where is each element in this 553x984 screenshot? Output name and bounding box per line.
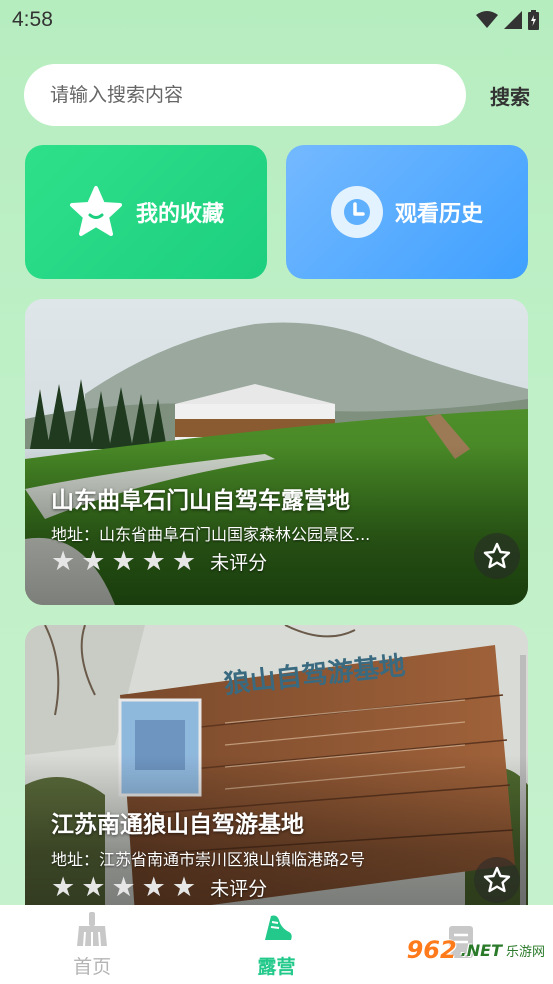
rating-text: 未评分 [210, 552, 268, 574]
star-icon: ★ [111, 546, 136, 577]
wifi-icon [476, 11, 498, 28]
card-address: 地址：江苏省南通市崇川区狼山镇临港路2号 [51, 850, 366, 869]
star-outline-icon [483, 866, 511, 893]
star-icon: ★ [51, 546, 76, 577]
star-icon: ★ [51, 872, 76, 903]
watermark: 962 .NET 乐游网 [407, 936, 545, 964]
star-icon: ★ [141, 872, 166, 903]
star-icon: ★ [171, 872, 197, 903]
nav-item-camping[interactable]: 露营 [216, 910, 336, 979]
history-label: 观看历史 [394, 202, 483, 227]
campsite-card[interactable]: 山东曲阜石门山自驾车露营地 地址：山东省曲阜石门山国家森林公园景区... ★ ★… [25, 299, 528, 605]
card-title: 山东曲阜石门山自驾车露营地 [51, 488, 350, 514]
card-title: 江苏南通狼山自驾游基地 [51, 812, 304, 838]
watermark-suffix: .NET [460, 940, 502, 960]
card-address: 地址：山东省曲阜石门山国家森林公园景区... [51, 525, 371, 544]
favorites-label: 我的收藏 [135, 202, 224, 227]
campsite-card[interactable]: 狼山自驾游基地 江苏南通狼山自驾游基地 地址：江苏省南通市崇川区狼山镇临港路2号… [25, 625, 528, 915]
nav-item-home[interactable]: 首页 [32, 910, 152, 979]
history-tile[interactable]: 观看历史 [286, 145, 528, 279]
star-icon: ★ [81, 546, 106, 577]
rating-text: 未评分 [210, 878, 268, 900]
star-icon: ★ [141, 546, 166, 577]
battery-icon [528, 10, 539, 30]
watermark-caption: 乐游网 [505, 944, 545, 960]
favorite-button[interactable] [474, 857, 520, 903]
status-icons [476, 10, 539, 30]
clock-icon [330, 186, 383, 238]
status-time: 4:58 [12, 8, 53, 31]
search-input[interactable] [24, 64, 466, 126]
star-icon [69, 186, 122, 236]
favorite-button[interactable] [474, 533, 520, 579]
favorites-tile[interactable]: 我的收藏 [25, 145, 267, 279]
star-outline-icon [483, 542, 511, 569]
watermark-brand: 962 [406, 936, 457, 964]
signal-icon [504, 11, 522, 29]
search-button[interactable]: 搜索 [490, 81, 530, 110]
rating-row: ★ ★ ★ ★ ★ 未评分 [51, 874, 267, 901]
rating-row: ★ ★ ★ ★ ★ 未评分 [51, 548, 267, 575]
nav-label-camping: 露营 [257, 956, 296, 978]
star-icon: ★ [81, 872, 106, 903]
star-icon: ★ [171, 546, 197, 577]
search-bar: 搜索 [24, 64, 534, 126]
status-bar: 4:58 [0, 0, 553, 40]
star-icon: ★ [111, 872, 136, 903]
shoe-icon [265, 915, 293, 940]
nav-label-home: 首页 [73, 956, 112, 978]
broom-icon [77, 912, 108, 947]
